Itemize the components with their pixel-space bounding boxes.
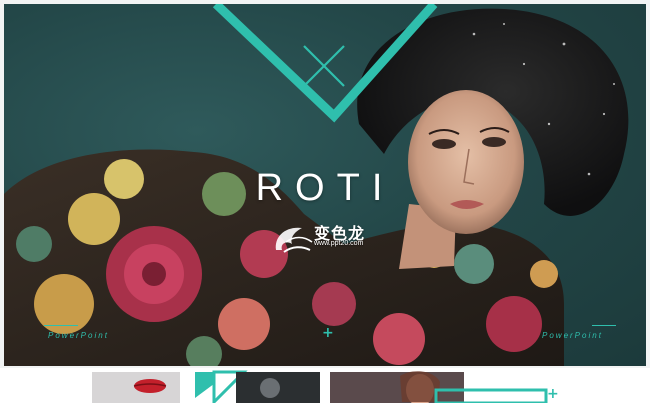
- hero-slide: ROTI PowerPoint + PowerPoint: [4, 4, 646, 366]
- left-divider-line: [44, 325, 78, 326]
- thumbnail-strip: +: [0, 368, 650, 403]
- svg-text:+: +: [547, 386, 559, 402]
- thumbnail-portrait: [330, 372, 464, 403]
- x-mark-icon: [303, 45, 345, 87]
- left-caption: PowerPoint: [48, 331, 109, 340]
- plus-icon: +: [322, 325, 334, 341]
- face: [408, 90, 524, 234]
- right-caption: PowerPoint: [542, 331, 603, 340]
- watermark-url: www.ppt20.com: [314, 240, 364, 247]
- right-divider-line: [592, 325, 616, 326]
- thumbnail-previews: +: [92, 370, 559, 403]
- slide-title: ROTI: [255, 167, 395, 209]
